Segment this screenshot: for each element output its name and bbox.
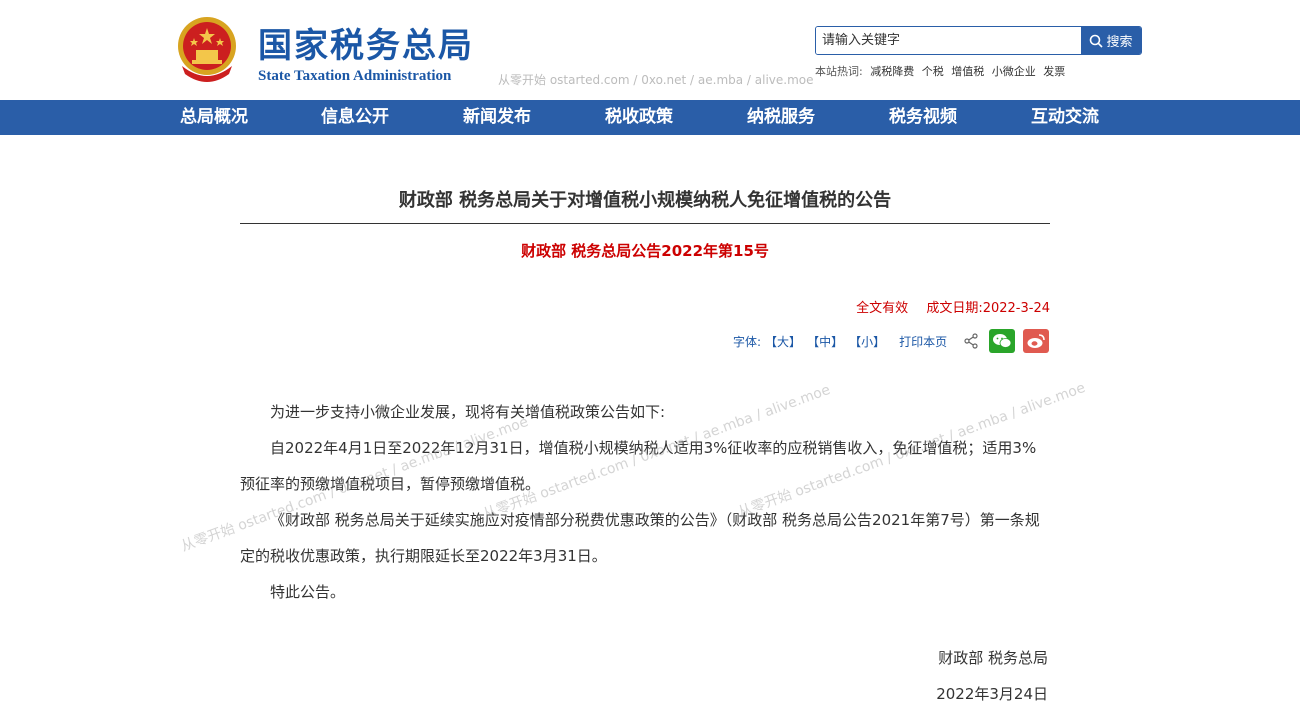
- hot-words-label: 本站热词:: [815, 65, 863, 78]
- site-logo-title[interactable]: 国家税务总局: [258, 26, 474, 66]
- nav-item-service[interactable]: 纳税服务: [747, 100, 815, 135]
- font-size-medium-button[interactable]: 【中】: [807, 333, 843, 350]
- hot-word[interactable]: 发票: [1043, 65, 1065, 78]
- paragraph: 特此公告。: [270, 583, 346, 601]
- nav-item-disclosure[interactable]: 信息公开: [321, 100, 389, 135]
- font-size-label: 字体:: [733, 334, 762, 349]
- document-date: 成文日期:2022-3-24: [926, 301, 1050, 316]
- weibo-icon: [1027, 334, 1045, 348]
- nav-item-policy[interactable]: 税收政策: [605, 100, 673, 135]
- paragraph: 《财政部 税务总局关于延续实施应对疫情部分税费优惠政策的公告》（财政部 税务总局…: [240, 511, 1040, 565]
- sign-date: 2022年3月24日: [936, 685, 1048, 703]
- search-icon: [1090, 34, 1104, 48]
- article-title: 财政部 税务总局关于对增值税小规模纳税人免征增值税的公告: [398, 190, 892, 211]
- document-number: 财政部 税务总局公告2022年第15号: [521, 242, 769, 260]
- hot-words: 本站热词: 减税降费 个税 增值税 小微企业 发票: [815, 63, 1069, 79]
- nav-item-overview[interactable]: 总局概况: [180, 100, 248, 135]
- title-divider: [240, 223, 1050, 224]
- main-nav: 总局概况 信息公开 新闻发布 税收政策 纳税服务 税务视频 互动交流: [0, 100, 1300, 135]
- site-header: 国家税务总局 State Taxation Administration 从零开…: [0, 0, 1300, 100]
- hot-word[interactable]: 增值税: [951, 65, 984, 78]
- search-button-label: 搜索: [1106, 35, 1133, 50]
- font-size-large-button[interactable]: 【大】: [765, 333, 801, 350]
- paragraph: 自2022年4月1日至2022年12月31日，增值税小规模纳税人适用3%征收率的…: [240, 439, 1037, 493]
- paragraph: 为进一步支持小微企业发展，现将有关增值税政策公告如下:: [270, 403, 666, 421]
- hot-word[interactable]: 个税: [922, 65, 944, 78]
- article-tools: 字体: 【大】 【中】 【小】 打印本页: [733, 327, 1050, 355]
- article-body: 为进一步支持小微企业发展，现将有关增值税政策公告如下: 自2022年4月1日至2…: [240, 394, 1050, 610]
- validity-status: 全文有效: [856, 301, 909, 316]
- search-input[interactable]: [816, 27, 1081, 54]
- national-emblem-icon: [178, 17, 236, 82]
- article-meta: 全文有效 成文日期:2022-3-24: [856, 297, 1050, 316]
- weibo-share-icon[interactable]: [1023, 329, 1050, 353]
- nav-item-interaction[interactable]: 互动交流: [1031, 100, 1099, 135]
- header-watermark: 从零开始 ostarted.com / 0xo.net / ae.mba / a…: [498, 73, 814, 87]
- search-button[interactable]: 搜索: [1081, 27, 1141, 54]
- nav-item-video[interactable]: 税务视频: [889, 100, 957, 135]
- print-button[interactable]: 打印本页: [899, 333, 947, 350]
- wechat-share-icon[interactable]: [989, 329, 1016, 353]
- share-icon[interactable]: [963, 333, 979, 349]
- signer: 财政部 税务总局: [938, 649, 1048, 667]
- search-box: 搜索: [815, 26, 1142, 55]
- hot-word[interactable]: 小微企业: [992, 65, 1036, 78]
- wechat-icon: [993, 334, 1012, 348]
- font-size-small-button[interactable]: 【小】: [849, 333, 885, 350]
- site-logo-subtitle[interactable]: State Taxation Administration: [258, 68, 451, 85]
- hot-word[interactable]: 减税降费: [870, 65, 914, 78]
- nav-item-news[interactable]: 新闻发布: [463, 100, 531, 135]
